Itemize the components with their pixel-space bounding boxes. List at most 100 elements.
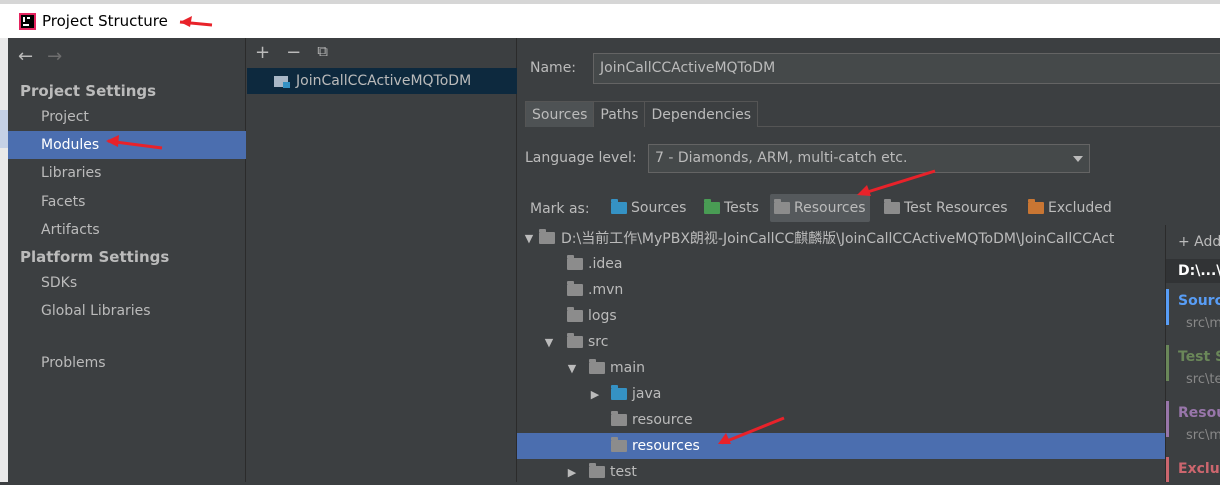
mark-as-label: Mark as: [530, 201, 590, 217]
modules-panel: + − ⧉ JoinCallCCActiveMQToDM [247, 38, 517, 482]
excluded-folders-heading: Exclud [1178, 461, 1220, 477]
window-title: Project Structure [42, 12, 168, 30]
excluded-stripe [1166, 457, 1169, 482]
name-label: Name: [530, 60, 577, 76]
sources-folder-icon [611, 199, 627, 214]
platform-settings-heading: Platform Settings [20, 248, 170, 266]
resource-stripe [1166, 401, 1169, 437]
resource-folders-heading: Resou [1178, 405, 1220, 421]
mark-tests-label: Tests [724, 200, 759, 216]
mark-test-resources-button[interactable]: Test Resources [884, 194, 1008, 222]
source-folder-icon [611, 385, 627, 400]
language-level-value: 7 - Diamonds, ARM, multi-catch etc. [655, 150, 908, 166]
tree-row-label: resource [632, 412, 693, 428]
resources-folder-icon [611, 437, 627, 452]
sidebar-item-project[interactable]: Project [8, 103, 246, 131]
modules-toolbar: + − ⧉ [255, 42, 328, 63]
tree-row-logs[interactable]: logs [517, 303, 1165, 329]
resources-folder-icon [774, 199, 790, 214]
module-name-field[interactable]: JoinCallCCActiveMQToDM [593, 53, 1220, 84]
tree-row-label: main [610, 360, 645, 376]
mark-sources-label: Sources [631, 200, 687, 216]
tree-row-label: java [632, 386, 662, 402]
mark-tests-button[interactable]: Tests [704, 194, 759, 222]
intellij-icon [19, 12, 36, 30]
module-tabs: Sources Paths Dependencies [525, 101, 1220, 127]
sidebar-item-facets[interactable]: Facets [8, 188, 246, 216]
copy-icon[interactable]: ⧉ [317, 42, 328, 63]
source-stripe [1166, 289, 1169, 325]
folder-icon [567, 255, 583, 270]
sidebar-item-global-libraries[interactable]: Global Libraries [8, 297, 246, 325]
annotation-arrow-icon [857, 169, 936, 196]
add-content-root-button[interactable]: + Add [1166, 225, 1220, 259]
chevron-down-icon [1073, 156, 1083, 162]
tree-row-resources[interactable]: resources [517, 433, 1165, 459]
tab-paths[interactable]: Paths [593, 101, 646, 127]
tree-row-idea[interactable]: .idea [517, 251, 1165, 277]
tree-row-main[interactable]: ▼ main [517, 355, 1165, 381]
test-resources-folder-icon [884, 199, 900, 214]
test-source-folders-heading: Test S [1178, 349, 1220, 365]
background-window-edge [0, 38, 8, 482]
tree-row-label: test [610, 464, 637, 480]
annotation-arrow-icon [179, 16, 213, 27]
nav-arrows: ← → [18, 46, 62, 67]
forward-arrow-icon[interactable]: → [47, 46, 62, 67]
sidebar-item-libraries[interactable]: Libraries [8, 159, 246, 187]
folder-icon [589, 463, 605, 478]
mark-excluded-label: Excluded [1048, 200, 1112, 216]
chevron-down-icon[interactable]: ▼ [519, 232, 539, 245]
tab-sources[interactable]: Sources [525, 101, 595, 127]
chevron-right-icon[interactable]: ▶ [585, 388, 605, 401]
chevron-down-icon[interactable]: ▼ [539, 336, 559, 349]
excluded-folder-icon [1028, 199, 1044, 214]
content-root-tree: ▼ D:\当前工作\MyPBX朗视-JoinCallCC麒麟版\JoinCall… [517, 225, 1165, 482]
tree-row-test[interactable]: ▶ test [517, 459, 1165, 485]
mark-sources-button[interactable]: Sources [611, 194, 686, 222]
tests-folder-icon [704, 199, 720, 214]
module-name: JoinCallCCActiveMQToDM [296, 73, 472, 89]
settings-sidebar: ← → Project Settings Project Modules Lib… [8, 38, 246, 482]
module-folder-icon [274, 74, 290, 88]
add-icon[interactable]: + [255, 42, 270, 63]
folder-icon [611, 411, 627, 426]
module-settings: Name: JoinCallCCActiveMQToDM Sources Pat… [517, 38, 1220, 482]
folder-icon [567, 307, 583, 322]
test-source-stripe [1166, 345, 1169, 381]
tree-row-mvn[interactable]: .mvn [517, 277, 1165, 303]
tab-dependencies[interactable]: Dependencies [644, 101, 759, 127]
folder-icon [589, 359, 605, 374]
content-root-path: D:\...\ [1166, 259, 1220, 283]
annotation-arrow-icon [718, 416, 785, 445]
language-level-label: Language level: [525, 150, 637, 166]
tree-row-label: logs [588, 308, 617, 324]
tree-row-resource[interactable]: resource [517, 407, 1165, 433]
project-settings-heading: Project Settings [20, 82, 157, 100]
tree-row-label: src [588, 334, 609, 350]
tree-row-root[interactable]: ▼ D:\当前工作\MyPBX朗视-JoinCallCC麒麟版\JoinCall… [517, 225, 1165, 251]
resource-folder-path: src\m [1186, 428, 1220, 443]
sidebar-item-sdks[interactable]: SDKs [8, 269, 246, 297]
tree-row-label: resources [632, 438, 700, 454]
tree-row-java[interactable]: ▶ java [517, 381, 1165, 407]
remove-icon[interactable]: − [286, 42, 301, 63]
tree-row-src[interactable]: ▼ src [517, 329, 1165, 355]
tree-row-label: D:\当前工作\MyPBX朗视-JoinCallCC麒麟版\JoinCallCC… [561, 231, 1115, 247]
chevron-right-icon[interactable]: ▶ [562, 466, 582, 479]
source-folders-heading: Source [1178, 293, 1220, 309]
content-roots-panel: + Add D:\...\ Source src\m Test S src\te… [1165, 225, 1220, 482]
folder-icon [567, 281, 583, 296]
annotation-arrow-icon [106, 135, 163, 150]
back-arrow-icon[interactable]: ← [18, 46, 33, 67]
sidebar-item-artifacts[interactable]: Artifacts [8, 216, 246, 244]
chevron-down-icon[interactable]: ▼ [562, 362, 582, 375]
tree-row-label: .mvn [588, 282, 624, 298]
folder-icon [567, 333, 583, 348]
mark-excluded-button[interactable]: Excluded [1028, 194, 1112, 222]
sidebar-item-problems[interactable]: Problems [8, 349, 246, 377]
test-source-folder-path: src\te [1186, 372, 1220, 387]
source-folder-path: src\m [1186, 316, 1220, 331]
mark-resources-button[interactable]: Resources [770, 194, 870, 222]
module-item[interactable]: JoinCallCCActiveMQToDM [247, 68, 517, 94]
